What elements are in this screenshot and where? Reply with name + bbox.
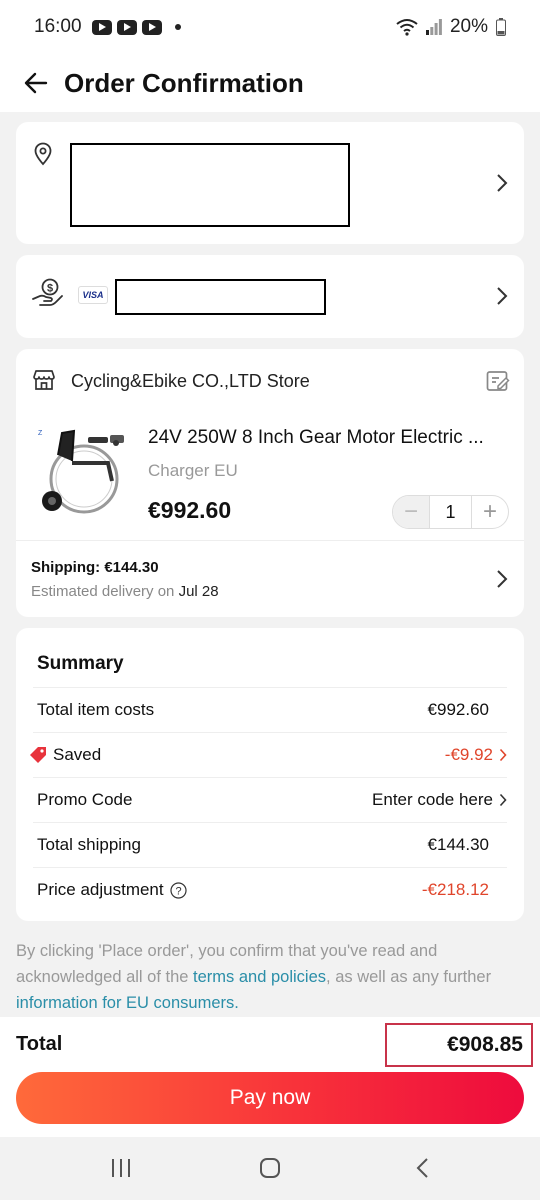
help-icon[interactable]: ? <box>170 881 187 899</box>
quantity-value: 1 <box>429 496 472 528</box>
youtube-notification-icon <box>116 19 137 35</box>
summary-card: Summary Total item costs €992.60 Saved -… <box>16 628 524 921</box>
summary-label: Price adjustment <box>37 880 164 899</box>
promo-code-entry[interactable]: Enter code here <box>372 790 507 810</box>
summary-value: -€218.12 <box>421 880 489 899</box>
svg-text:?: ? <box>175 885 181 897</box>
legal-text: . <box>234 994 239 1012</box>
redacted-card-number <box>115 279 326 315</box>
legal-text: , as well as any further <box>326 968 492 986</box>
product-title[interactable]: 24V 250W 8 Inch Gear Motor Electric ... <box>148 427 508 449</box>
payment-method-card[interactable]: $ VISA <box>16 255 524 338</box>
product-image[interactable]: Z <box>32 421 128 521</box>
battery-percent: 20% <box>449 16 488 37</box>
shipping-option-row[interactable]: Shipping: €144.30 Estimated delivery on … <box>16 541 524 617</box>
checkout-bar: Total €908.85 Pay now <box>0 1017 540 1137</box>
chevron-right-icon <box>497 287 508 305</box>
summary-value-group: -€9.92 <box>445 745 507 765</box>
signal-icon <box>425 19 442 35</box>
home-icon[interactable] <box>259 1157 281 1179</box>
pay-now-button[interactable]: Pay now <box>16 1072 524 1124</box>
edit-note-icon[interactable] <box>486 370 510 392</box>
arrow-left-icon <box>24 72 48 94</box>
estimated-delivery-prefix: Estimated delivery on <box>31 583 175 600</box>
product-variant: Charger EU <box>148 461 238 480</box>
estimated-delivery: Estimated delivery on Jul 28 <box>31 583 219 600</box>
svg-text:Z: Z <box>38 430 43 437</box>
chevron-right-icon <box>499 748 507 762</box>
chevron-right-icon <box>497 174 508 192</box>
summary-label: Promo Code <box>37 790 133 809</box>
shipping-address-card[interactable] <box>16 122 524 244</box>
summary-row-item-costs: Total item costs €992.60 <box>33 687 507 732</box>
quantity-decrease-button[interactable]: − <box>393 496 429 528</box>
quantity-stepper: − 1 + <box>392 495 509 529</box>
pay-now-label: Pay now <box>229 1086 311 1109</box>
summary-row-promo-code[interactable]: Promo Code Enter code here <box>33 777 507 822</box>
summary-label-group: Price adjustment ? <box>33 880 187 900</box>
recent-apps-icon[interactable] <box>110 1158 132 1178</box>
product-price: €992.60 <box>148 497 232 523</box>
page-title: Order Confirmation <box>64 67 304 98</box>
back-nav-icon[interactable] <box>415 1157 429 1179</box>
total-value: €908.85 <box>447 1033 523 1056</box>
store-icon <box>33 370 55 390</box>
summary-title: Summary <box>37 653 124 674</box>
summary-label: Total item costs <box>37 700 155 719</box>
system-navigation-bar <box>0 1137 540 1200</box>
app-header: Order Confirmation <box>0 54 540 112</box>
summary-value: -€9.92 <box>444 745 493 764</box>
summary-label-group: Saved <box>29 745 101 765</box>
card-brand: VISA <box>82 290 104 300</box>
more-notifications-icon <box>174 24 181 30</box>
delivery-date: Jul 28 <box>178 583 219 600</box>
wifi-icon <box>396 19 418 36</box>
legal-notice: By clicking 'Place order', you confirm t… <box>16 938 524 1016</box>
redacted-address <box>70 143 350 227</box>
summary-label: Saved <box>53 745 102 764</box>
status-time: 16:00 <box>34 16 82 37</box>
store-order-card: Cycling&Ebike CO.,LTD Store Z 24V 250W 8… <box>16 349 524 617</box>
summary-label: Total shipping <box>37 835 141 854</box>
summary-value: Enter code here <box>372 790 493 809</box>
status-bar: 16:00 20% <box>0 0 540 54</box>
summary-row-saved[interactable]: Saved -€9.92 <box>30 732 507 777</box>
eu-consumer-info-link[interactable]: information for EU consumers <box>16 994 234 1012</box>
battery-icon <box>496 18 506 36</box>
youtube-notification-icon <box>91 19 112 35</box>
hand-coin-icon: $ <box>32 278 63 306</box>
visa-logo: VISA <box>78 286 108 304</box>
back-button[interactable] <box>22 69 50 97</box>
chevron-right-icon <box>497 570 508 588</box>
youtube-notification-icon <box>141 19 162 35</box>
summary-value: €144.30 <box>427 835 489 854</box>
total-amount: €908.85 <box>385 1023 533 1067</box>
summary-row-total-shipping: Total shipping €144.30 <box>33 822 507 867</box>
shipping-cost: Shipping: €144.30 <box>31 559 159 576</box>
summary-value: €992.60 <box>427 700 489 719</box>
terms-link[interactable]: terms and policies <box>193 968 326 986</box>
location-pin-icon <box>34 142 52 166</box>
quantity-increase-button[interactable]: + <box>472 496 508 528</box>
total-label: Total <box>16 1033 63 1055</box>
summary-row-price-adjustment: Price adjustment ? -€218.12 <box>33 867 507 912</box>
price-tag-icon <box>30 747 46 763</box>
store-name[interactable]: Cycling&Ebike CO.,LTD Store <box>71 371 310 392</box>
chevron-right-icon <box>499 793 507 807</box>
svg-text:$: $ <box>47 283 53 295</box>
